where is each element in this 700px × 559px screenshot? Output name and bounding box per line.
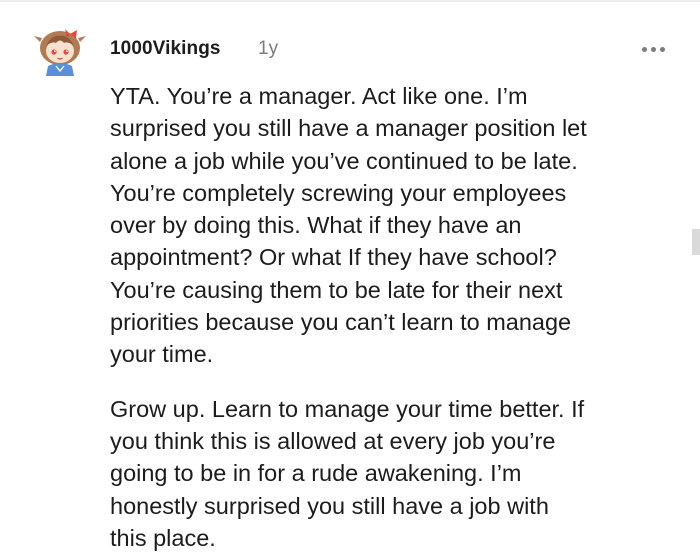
username[interactable]: 1000Vikings [110,38,221,60]
comment-body: YTA. You’re a manager. Act like one. I’m… [110,80,670,554]
comment-paragraph: Grow up. Learn to manage your time bette… [110,395,585,551]
comment-paragraph: YTA. You’re a manager. Act like one. I’m… [110,83,587,368]
comment-age: 1y [258,38,279,59]
scrollbar-thumb[interactable] [692,229,700,255]
avatar[interactable] [32,22,88,78]
more-options-button[interactable] [636,36,670,62]
comment: 1000Vikings 1y YTA. You’re a manager. Ac… [0,0,700,559]
more-horizontal-icon-dot [659,46,665,52]
avatar-icon [34,29,86,76]
more-horizontal-icon-dot [650,46,656,52]
more-horizontal-icon [641,46,647,52]
